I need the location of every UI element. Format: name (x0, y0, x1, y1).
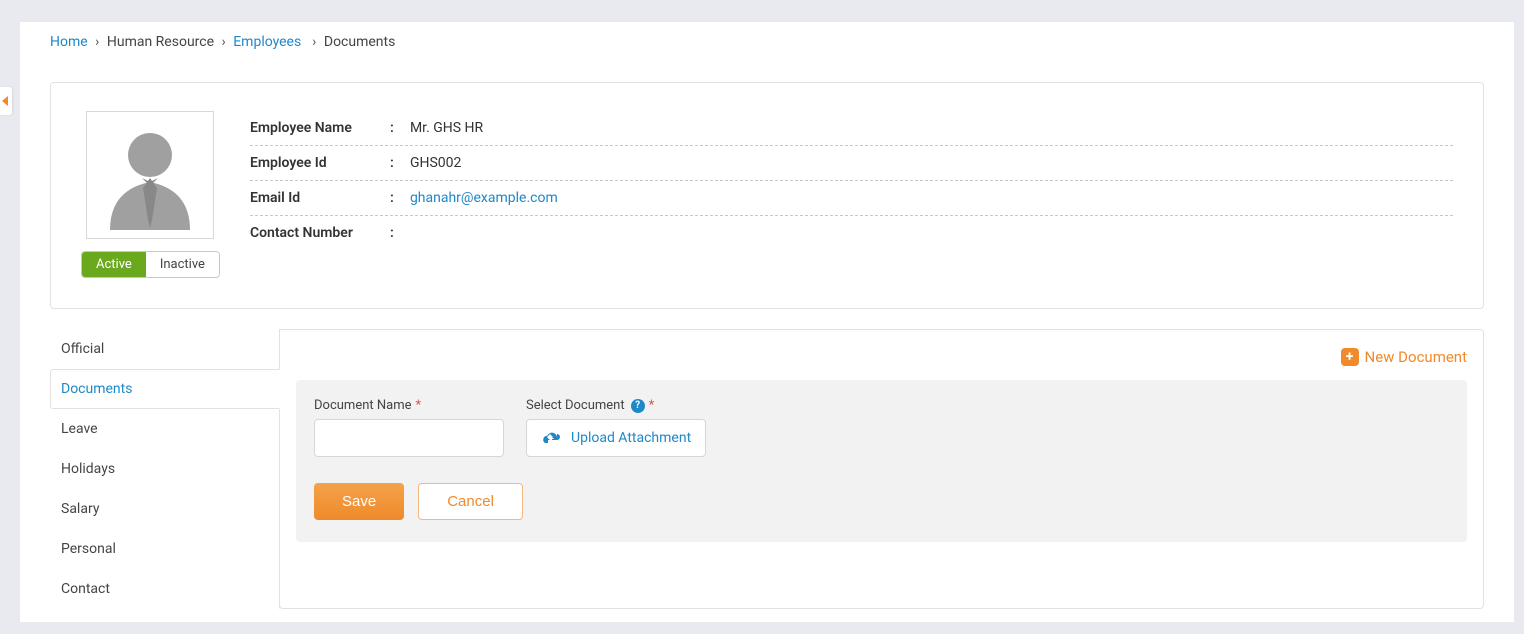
label-select-document: Select Document ? * (526, 398, 706, 413)
status-inactive-button[interactable]: Inactive (146, 252, 219, 277)
label-email: Email Id (250, 190, 390, 206)
plus-icon: + (1341, 348, 1359, 366)
employee-info: Employee Name : Mr. GHS HR Employee Id :… (250, 111, 1453, 250)
value-email[interactable]: ghanahr@example.com (410, 190, 558, 206)
required-mark: * (416, 398, 422, 413)
lower-section: Official Documents Leave Holidays Salary… (50, 329, 1484, 609)
save-button[interactable]: Save (314, 483, 404, 520)
employee-card: Active Inactive Employee Name : Mr. GHS … (50, 82, 1484, 309)
avatar-placeholder-icon (95, 120, 205, 230)
cloud-upload-icon (541, 430, 561, 446)
tab-contact[interactable]: Contact (50, 569, 280, 609)
tab-personal[interactable]: Personal (50, 529, 280, 569)
sidebar-toggle[interactable] (0, 87, 12, 115)
breadcrumb-sep: › (222, 34, 226, 50)
value-employee-name: Mr. GHS HR (410, 120, 483, 136)
info-row-contact: Contact Number : (250, 216, 1453, 250)
form-actions: Save Cancel (314, 483, 1449, 520)
upload-attachment-button[interactable]: Upload Attachment (526, 419, 706, 457)
documents-panel: + New Document Document Name * (279, 329, 1484, 609)
field-select-document: Select Document ? * Upload Attachment (526, 398, 706, 457)
panel-header: + New Document (296, 348, 1467, 366)
info-row-id: Employee Id : GHS002 (250, 146, 1453, 181)
required-mark: * (649, 398, 655, 413)
status-toggle: Active Inactive (81, 251, 220, 278)
status-active-button[interactable]: Active (82, 252, 146, 277)
breadcrumb-employees[interactable]: Employees (233, 34, 301, 50)
new-document-label: New Document (1365, 348, 1467, 366)
tab-documents[interactable]: Documents (50, 369, 280, 409)
label-contact: Contact Number (250, 225, 390, 241)
document-form: Document Name * Select Document ? * (296, 380, 1467, 542)
document-name-input[interactable] (314, 419, 504, 457)
new-document-button[interactable]: + New Document (1341, 348, 1467, 366)
avatar-column: Active Inactive (81, 111, 220, 278)
upload-attachment-label: Upload Attachment (571, 430, 691, 446)
help-icon[interactable]: ? (631, 399, 645, 413)
tab-salary[interactable]: Salary (50, 489, 280, 529)
tab-leave[interactable]: Leave (50, 409, 280, 449)
breadcrumb-hr[interactable]: Human Resource (107, 34, 214, 50)
tab-list: Official Documents Leave Holidays Salary… (50, 329, 280, 609)
breadcrumb-home[interactable]: Home (50, 34, 88, 50)
tab-official[interactable]: Official (50, 329, 280, 369)
tab-holidays[interactable]: Holidays (50, 449, 280, 489)
value-employee-id: GHS002 (410, 155, 461, 171)
breadcrumb-sep: › (309, 34, 317, 50)
caret-left-icon (2, 96, 10, 106)
breadcrumb-sep: › (95, 34, 99, 50)
field-document-name: Document Name * (314, 398, 504, 457)
label-employee-name: Employee Name (250, 120, 390, 136)
label-document-name: Document Name * (314, 398, 504, 413)
label-employee-id: Employee Id (250, 155, 390, 171)
breadcrumb: Home › Human Resource › Employees › Docu… (20, 22, 1514, 62)
cancel-button[interactable]: Cancel (418, 483, 523, 520)
breadcrumb-current: Documents (324, 34, 395, 50)
page-container: Home › Human Resource › Employees › Docu… (20, 22, 1514, 622)
avatar (86, 111, 214, 239)
info-row-name: Employee Name : Mr. GHS HR (250, 111, 1453, 146)
info-row-email: Email Id : ghanahr@example.com (250, 181, 1453, 216)
